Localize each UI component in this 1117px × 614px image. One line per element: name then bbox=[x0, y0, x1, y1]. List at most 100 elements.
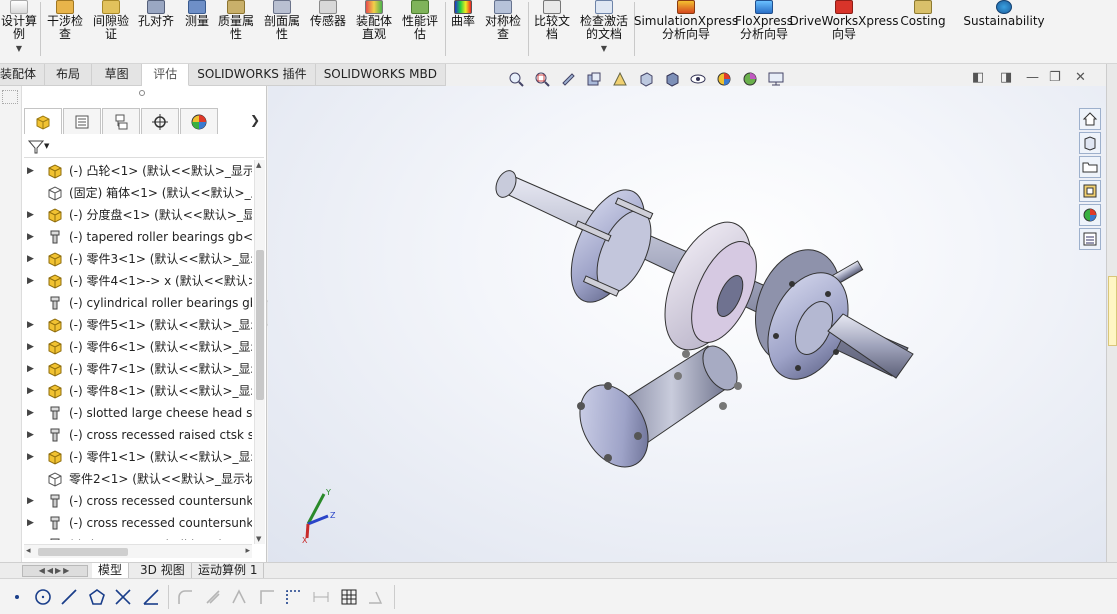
file-explorer-icon[interactable] bbox=[1079, 156, 1101, 178]
measure-button[interactable]: 测量 bbox=[181, 0, 213, 62]
driveworks-button[interactable]: DriveWorksXpress 向导 bbox=[789, 0, 899, 62]
dimxpert-tab[interactable] bbox=[141, 108, 179, 134]
tree-item[interactable]: ▶ (-) cross recessed countersunk bbox=[24, 490, 252, 512]
scroll-up-icon[interactable]: ▲ bbox=[256, 161, 261, 169]
hole-align-button[interactable]: 孔对齐 bbox=[136, 0, 176, 62]
scroll-down-icon[interactable]: ▼ bbox=[256, 535, 261, 543]
lower-cylinder[interactable] bbox=[566, 340, 744, 479]
tab-3d-view[interactable]: 3D 视图 bbox=[134, 563, 192, 579]
tab-evaluate[interactable]: 评估 bbox=[142, 64, 190, 86]
tab-solidworks-addins[interactable]: SOLIDWORKS 插件 bbox=[189, 64, 316, 86]
display-style-icon[interactable] bbox=[662, 70, 682, 88]
expand-arrow-icon[interactable]: ▶ bbox=[27, 270, 34, 292]
close-icon[interactable]: ✕ bbox=[1075, 70, 1086, 85]
chevron-right-icon[interactable]: ❯ bbox=[250, 113, 260, 127]
expand-arrow-icon[interactable]: ▶ bbox=[27, 512, 34, 534]
zoom-area-icon[interactable] bbox=[532, 70, 552, 88]
section-view-icon[interactable] bbox=[584, 70, 604, 88]
tree-item[interactable]: (固定) 箱体<1> (默认<<默认>_显 bbox=[24, 182, 252, 204]
trim-icon[interactable] bbox=[112, 586, 134, 608]
expand-arrow-icon[interactable]: ▶ bbox=[27, 424, 34, 446]
sensor-button[interactable]: 传感器 bbox=[306, 0, 350, 62]
tab-sketch[interactable]: 草图 bbox=[91, 64, 143, 86]
filter-icon[interactable] bbox=[28, 139, 44, 155]
extend-icon[interactable] bbox=[140, 586, 162, 608]
tree-horizontal-scrollbar[interactable]: ◂ ▸ bbox=[24, 544, 252, 558]
tile-icon[interactable]: ◨ bbox=[1000, 70, 1012, 85]
tree-filter[interactable]: ▼ bbox=[24, 136, 264, 158]
expand-arrow-icon[interactable]: ▶ bbox=[27, 160, 34, 182]
tab-layout[interactable]: 布局 bbox=[45, 64, 92, 86]
symmetry-button[interactable]: 对称检 查 bbox=[482, 0, 524, 62]
tree-item[interactable]: ▶ (-) slotted large cheese head sc bbox=[24, 402, 252, 424]
display-manager-tab[interactable] bbox=[180, 108, 218, 134]
scroll-right-icon[interactable]: ▸ bbox=[245, 546, 250, 556]
design-library-icon[interactable] bbox=[1079, 132, 1101, 154]
design-study-button[interactable]: 设计算 例 ▼ bbox=[0, 0, 38, 62]
tree-item[interactable]: ▶ (-) tapered roller bearings gb< bbox=[24, 226, 252, 248]
line-icon[interactable] bbox=[58, 586, 80, 608]
circle-icon[interactable] bbox=[32, 586, 54, 608]
hide-show-icon[interactable] bbox=[688, 70, 708, 88]
tree-item[interactable]: ▶ (-) 零件8<1> (默认<<默认>_显示 bbox=[24, 380, 252, 402]
check-active-button[interactable]: 检查激活 的文档 ▼ bbox=[577, 0, 631, 62]
tree-item[interactable]: ▶ (-) cross recessed raised ctsk s bbox=[24, 424, 252, 446]
tree-item[interactable]: ▶ (-) 零件6<1> (默认<<默认>_显示 bbox=[24, 336, 252, 358]
apply-scene-icon[interactable] bbox=[740, 70, 760, 88]
graphics-area[interactable]: Y Z X bbox=[268, 86, 1106, 562]
interference-button[interactable]: 干涉检 查 bbox=[44, 0, 86, 62]
tree-item[interactable]: ▶ (-) 分度盘<1> (默认<<默认>_显示 bbox=[24, 204, 252, 226]
tree-item[interactable]: ▶ (-) 零件3<1> (默认<<默认>_显示 bbox=[24, 248, 252, 270]
expand-arrow-icon[interactable]: ▶ bbox=[27, 314, 34, 336]
maximize-icon[interactable]: ❐ bbox=[1049, 70, 1061, 85]
compare-button[interactable]: 比较文 档 bbox=[531, 0, 573, 62]
tab-solidworks-mbd[interactable]: SOLIDWORKS MBD bbox=[315, 64, 446, 86]
expand-arrow-icon[interactable]: ▶ bbox=[27, 402, 34, 424]
scroll-left-icon[interactable]: ◂ bbox=[26, 546, 31, 556]
polygon-icon[interactable] bbox=[86, 586, 108, 608]
configuration-manager-tab[interactable] bbox=[102, 108, 140, 134]
expand-arrow-icon[interactable]: ▶ bbox=[27, 380, 34, 402]
appearances-icon[interactable] bbox=[1079, 204, 1101, 226]
floxpress-button[interactable]: FloXpress 分析向导 bbox=[735, 0, 793, 62]
assembly-model[interactable] bbox=[268, 86, 1106, 562]
previous-view-icon[interactable] bbox=[558, 70, 578, 88]
expand-arrow-icon[interactable]: ▶ bbox=[27, 336, 34, 358]
tab-assembly[interactable]: 装配体 bbox=[0, 64, 46, 86]
curvature-button[interactable]: 曲率 bbox=[448, 0, 478, 62]
cam-disc[interactable] bbox=[647, 209, 769, 363]
chevron-down-icon[interactable]: ▼ bbox=[44, 142, 49, 150]
panel-collapse-icon[interactable] bbox=[139, 90, 145, 96]
expand-arrow-icon[interactable]: ▶ bbox=[27, 358, 34, 380]
view-settings-icon[interactable] bbox=[766, 70, 786, 88]
solidworks-resources-icon[interactable] bbox=[1079, 108, 1101, 130]
tree-item[interactable]: (-) cylindrical roller bearings gb bbox=[24, 292, 252, 314]
sustainability-button[interactable]: Sustainability bbox=[963, 0, 1045, 62]
property-manager-tab[interactable] bbox=[63, 108, 101, 134]
section-props-button[interactable]: 剖面属 性 bbox=[261, 0, 303, 62]
edit-appearance-icon[interactable] bbox=[714, 70, 734, 88]
costing-button[interactable]: Costing bbox=[898, 0, 948, 62]
tab-navigation-arrows[interactable]: ◀◀▶▶ bbox=[22, 565, 88, 577]
mass-props-button[interactable]: 质量属 性 bbox=[215, 0, 257, 62]
tree-vertical-scrollbar[interactable]: ▲ ▼ bbox=[254, 160, 265, 544]
assembly-visual-button[interactable]: 装配体 直观 bbox=[353, 0, 395, 62]
custom-properties-icon[interactable] bbox=[1079, 228, 1101, 250]
tree-item[interactable]: ▶ (-) 零件4<1>-> x (默认<<默认>_ bbox=[24, 270, 252, 292]
minimize-icon[interactable]: — bbox=[1026, 70, 1039, 85]
clearance-button[interactable]: 间隙验 证 bbox=[90, 0, 132, 62]
point-icon[interactable] bbox=[6, 586, 28, 608]
expand-arrow-icon[interactable]: ▶ bbox=[27, 204, 34, 226]
grid-icon[interactable] bbox=[338, 586, 360, 608]
tree-item[interactable]: 零件2<1> (默认<<默认>_显示状态 bbox=[24, 468, 252, 490]
expand-arrow-icon[interactable]: ▶ bbox=[27, 446, 34, 468]
scrollbar-thumb[interactable] bbox=[256, 250, 264, 400]
view-orientation-icon[interactable] bbox=[636, 70, 656, 88]
scrollbar-thumb[interactable] bbox=[38, 548, 128, 556]
tree-item[interactable]: ▶ (-) 零件7<1> (默认<<默认>_显示 bbox=[24, 358, 252, 380]
simxpress-button[interactable]: SimulationXpress 分析向导 bbox=[634, 0, 738, 62]
restore-panel-icon[interactable]: ◧ bbox=[972, 70, 984, 85]
tree-item[interactable]: ▶ (-) 零件1<1> (默认<<默认>_显示 bbox=[24, 446, 252, 468]
task-pane-flyout[interactable] bbox=[1108, 276, 1117, 346]
tab-motion-study[interactable]: 运动算例 1 bbox=[192, 563, 265, 579]
